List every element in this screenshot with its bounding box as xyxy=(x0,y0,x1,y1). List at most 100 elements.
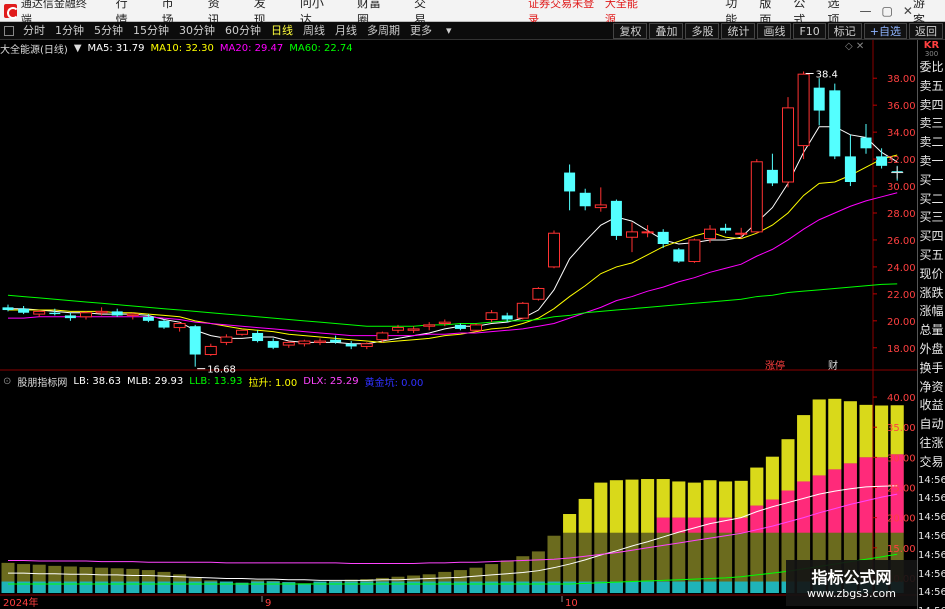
indicator-line-green xyxy=(8,553,898,585)
dlx-bar xyxy=(828,469,842,533)
candle-body-down xyxy=(829,90,841,157)
lasheng-bar xyxy=(734,480,748,518)
dlx-bar xyxy=(765,499,779,533)
candle-body-down xyxy=(454,324,466,329)
tab-monthly[interactable]: 月线 xyxy=(330,22,362,40)
chart-title[interactable]: 大全能源(日线) xyxy=(0,41,68,56)
zhangting-marker: 涨停 xyxy=(765,359,785,372)
indicator-tick-label: 20.00 xyxy=(887,514,916,525)
side-item-9[interactable]: 买四 xyxy=(918,227,945,246)
candle-body-up xyxy=(485,312,498,320)
side-item-29[interactable]: 14:56 xyxy=(918,603,945,609)
mlb-bar xyxy=(719,581,733,593)
mlb-bar xyxy=(219,581,233,593)
side-item-4[interactable]: 卖二 xyxy=(918,133,945,152)
price-tick-label: 20.00 xyxy=(887,317,916,328)
close-indicator-icon[interactable]: ⊙ xyxy=(3,376,11,387)
back-button[interactable]: 返回 xyxy=(909,22,943,39)
side-item-27[interactable]: 14:56 xyxy=(918,566,945,585)
side-item-20[interactable]: 往涨 xyxy=(918,434,945,453)
side-item-23[interactable]: 14:56 xyxy=(918,490,945,509)
side-item-18[interactable]: 收益 xyxy=(918,396,945,415)
side-item-10[interactable]: 买五 xyxy=(918,246,945,265)
side-item-3[interactable]: 卖三 xyxy=(918,114,945,133)
chart-settings-icons[interactable]: ◇ ✕ xyxy=(845,41,864,52)
dropdown-icon[interactable]: ▼ xyxy=(74,43,82,54)
candle-body-up xyxy=(688,239,701,263)
candle-body-up xyxy=(314,340,326,343)
duogu-button[interactable]: 多股 xyxy=(685,22,720,39)
side-item-2[interactable]: 卖四 xyxy=(918,96,945,115)
minimize-icon[interactable]: — xyxy=(860,4,872,18)
side-item-28[interactable]: 14:56 xyxy=(918,584,945,603)
side-item-0[interactable]: 委比 xyxy=(918,58,945,77)
tab-multi-period[interactable]: 多周期 xyxy=(362,22,405,40)
indicator-line-purple xyxy=(8,493,898,564)
side-item-1[interactable]: 卖五 xyxy=(918,77,945,96)
tab-daily[interactable]: 日线 xyxy=(266,22,298,40)
candle-body-down xyxy=(18,308,30,313)
indicator-tick-label: 25.00 xyxy=(887,483,916,494)
tab-1min[interactable]: 1分钟 xyxy=(50,22,89,40)
candle-body-up xyxy=(298,340,311,345)
tab-weekly[interactable]: 周线 xyxy=(298,22,330,40)
biaoji-button[interactable]: 标记 xyxy=(827,22,862,39)
tab-15min[interactable]: 15分钟 xyxy=(128,22,174,40)
mlb-bar xyxy=(547,581,561,593)
side-item-22[interactable]: 14:56 xyxy=(918,472,945,491)
title-bar: 通达信金融终端 行情 市场 资讯 发现 问小达 财富圈 交易 证券交易未登录 大… xyxy=(0,0,945,27)
side-item-13[interactable]: 涨幅 xyxy=(918,302,945,321)
candle-body-down xyxy=(142,316,154,321)
side-item-11[interactable]: 现价 xyxy=(918,265,945,284)
side-item-25[interactable]: 14:56 xyxy=(918,528,945,547)
market-num: 300 xyxy=(924,50,939,58)
tab-more[interactable]: 更多 xyxy=(405,22,437,40)
dlx-bar xyxy=(734,517,748,533)
side-item-21[interactable]: 交易 xyxy=(918,453,945,472)
mlb-bar xyxy=(266,581,280,593)
mlb-bar xyxy=(126,581,140,593)
close-icon[interactable]: ✕ xyxy=(903,4,913,18)
dlx-bar xyxy=(781,490,795,533)
mlb-bar xyxy=(360,581,374,593)
indicator-title[interactable]: 股朋指标网 xyxy=(17,374,67,389)
tab-60min[interactable]: 60分钟 xyxy=(220,22,266,40)
candle-body-down xyxy=(501,315,513,320)
chart-canvas[interactable]: 18.00 20.00 22.00 24.00 26.00 28.00 30.00 32.00… xyxy=(0,40,917,609)
lasheng-bar xyxy=(765,456,779,500)
candle-body-up xyxy=(750,161,763,233)
tongji-button[interactable]: 统计 xyxy=(721,22,756,39)
price-tick-label: 32.00 xyxy=(887,155,916,166)
candle-body-up xyxy=(126,313,139,316)
side-item-19[interactable]: 自动 xyxy=(918,415,945,434)
tab-30min[interactable]: 30分钟 xyxy=(174,22,220,40)
candle-body-up xyxy=(236,329,248,335)
candle-body-up xyxy=(704,228,716,240)
candle-body-up xyxy=(423,324,436,327)
side-item-6[interactable]: 买一 xyxy=(918,171,945,190)
diejia-button[interactable]: 叠加 xyxy=(649,22,684,39)
side-item-15[interactable]: 外盘 xyxy=(918,340,945,359)
maximize-icon[interactable]: ▢ xyxy=(882,4,893,18)
side-item-8[interactable]: 买三 xyxy=(918,208,945,227)
side-item-5[interactable]: 卖一 xyxy=(918,152,945,171)
side-item-17[interactable]: 净资 xyxy=(918,378,945,397)
candle-body-up xyxy=(33,310,46,315)
f10-button[interactable]: F10 xyxy=(793,22,826,39)
tab-5min[interactable]: 5分钟 xyxy=(89,22,128,40)
more-dropdown-icon[interactable]: ▾ xyxy=(441,22,457,40)
side-item-14[interactable]: 总量 xyxy=(918,321,945,340)
tab-fenshi[interactable]: 分时 xyxy=(18,22,50,40)
ma-line-ma60 xyxy=(7,283,898,327)
huaxian-button[interactable]: 画线 xyxy=(757,22,792,39)
side-item-7[interactable]: 买二 xyxy=(918,190,945,209)
fuquan-button[interactable]: 复权 xyxy=(613,22,648,39)
side-item-12[interactable]: 涨跌 xyxy=(918,284,945,303)
side-item-24[interactable]: 14:56 xyxy=(918,509,945,528)
add-watchlist-button[interactable]: +自选 xyxy=(863,22,907,39)
side-item-26[interactable]: 14:56 xyxy=(918,547,945,566)
dlx-bar xyxy=(843,463,857,533)
side-item-16[interactable]: 换手 xyxy=(918,359,945,378)
candle-body-up xyxy=(548,232,560,268)
panel-toggle-icon[interactable] xyxy=(4,25,14,36)
